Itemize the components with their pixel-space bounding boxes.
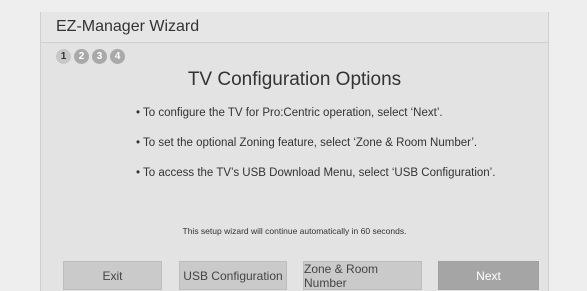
next-button[interactable]: Next [438,261,539,290]
step-3: 3 [92,49,107,64]
step-1: 1 [56,49,71,64]
instruction-next: • To configure the TV for Pro:Centric op… [136,107,443,119]
instruction-usb: • To access the TV’s USB Download Menu, … [136,167,496,179]
title-bar: EZ-Manager Wizard [41,12,548,43]
step-4: 4 [110,49,125,64]
wizard-title: EZ-Manager Wizard [56,18,200,35]
instructions-list: • To configure the TV for Pro:Centric op… [136,106,495,196]
instruction-zoning: • To set the optional Zoning feature, se… [136,137,478,149]
auto-continue-notice: This setup wizard will continue automati… [182,226,407,236]
page-heading: TV Configuration Options [187,69,402,90]
usb-configuration-button[interactable]: USB Configuration [179,261,287,290]
step-2: 2 [74,49,89,64]
exit-button[interactable]: Exit [63,261,162,290]
wizard-panel: EZ-Manager Wizard 1 2 3 4 TV Configurati… [40,12,549,291]
zone-room-number-button[interactable]: Zone & Room Number [303,261,422,290]
screen-background: EZ-Manager Wizard 1 2 3 4 TV Configurati… [0,0,587,291]
step-indicator: 1 2 3 4 [56,49,125,64]
